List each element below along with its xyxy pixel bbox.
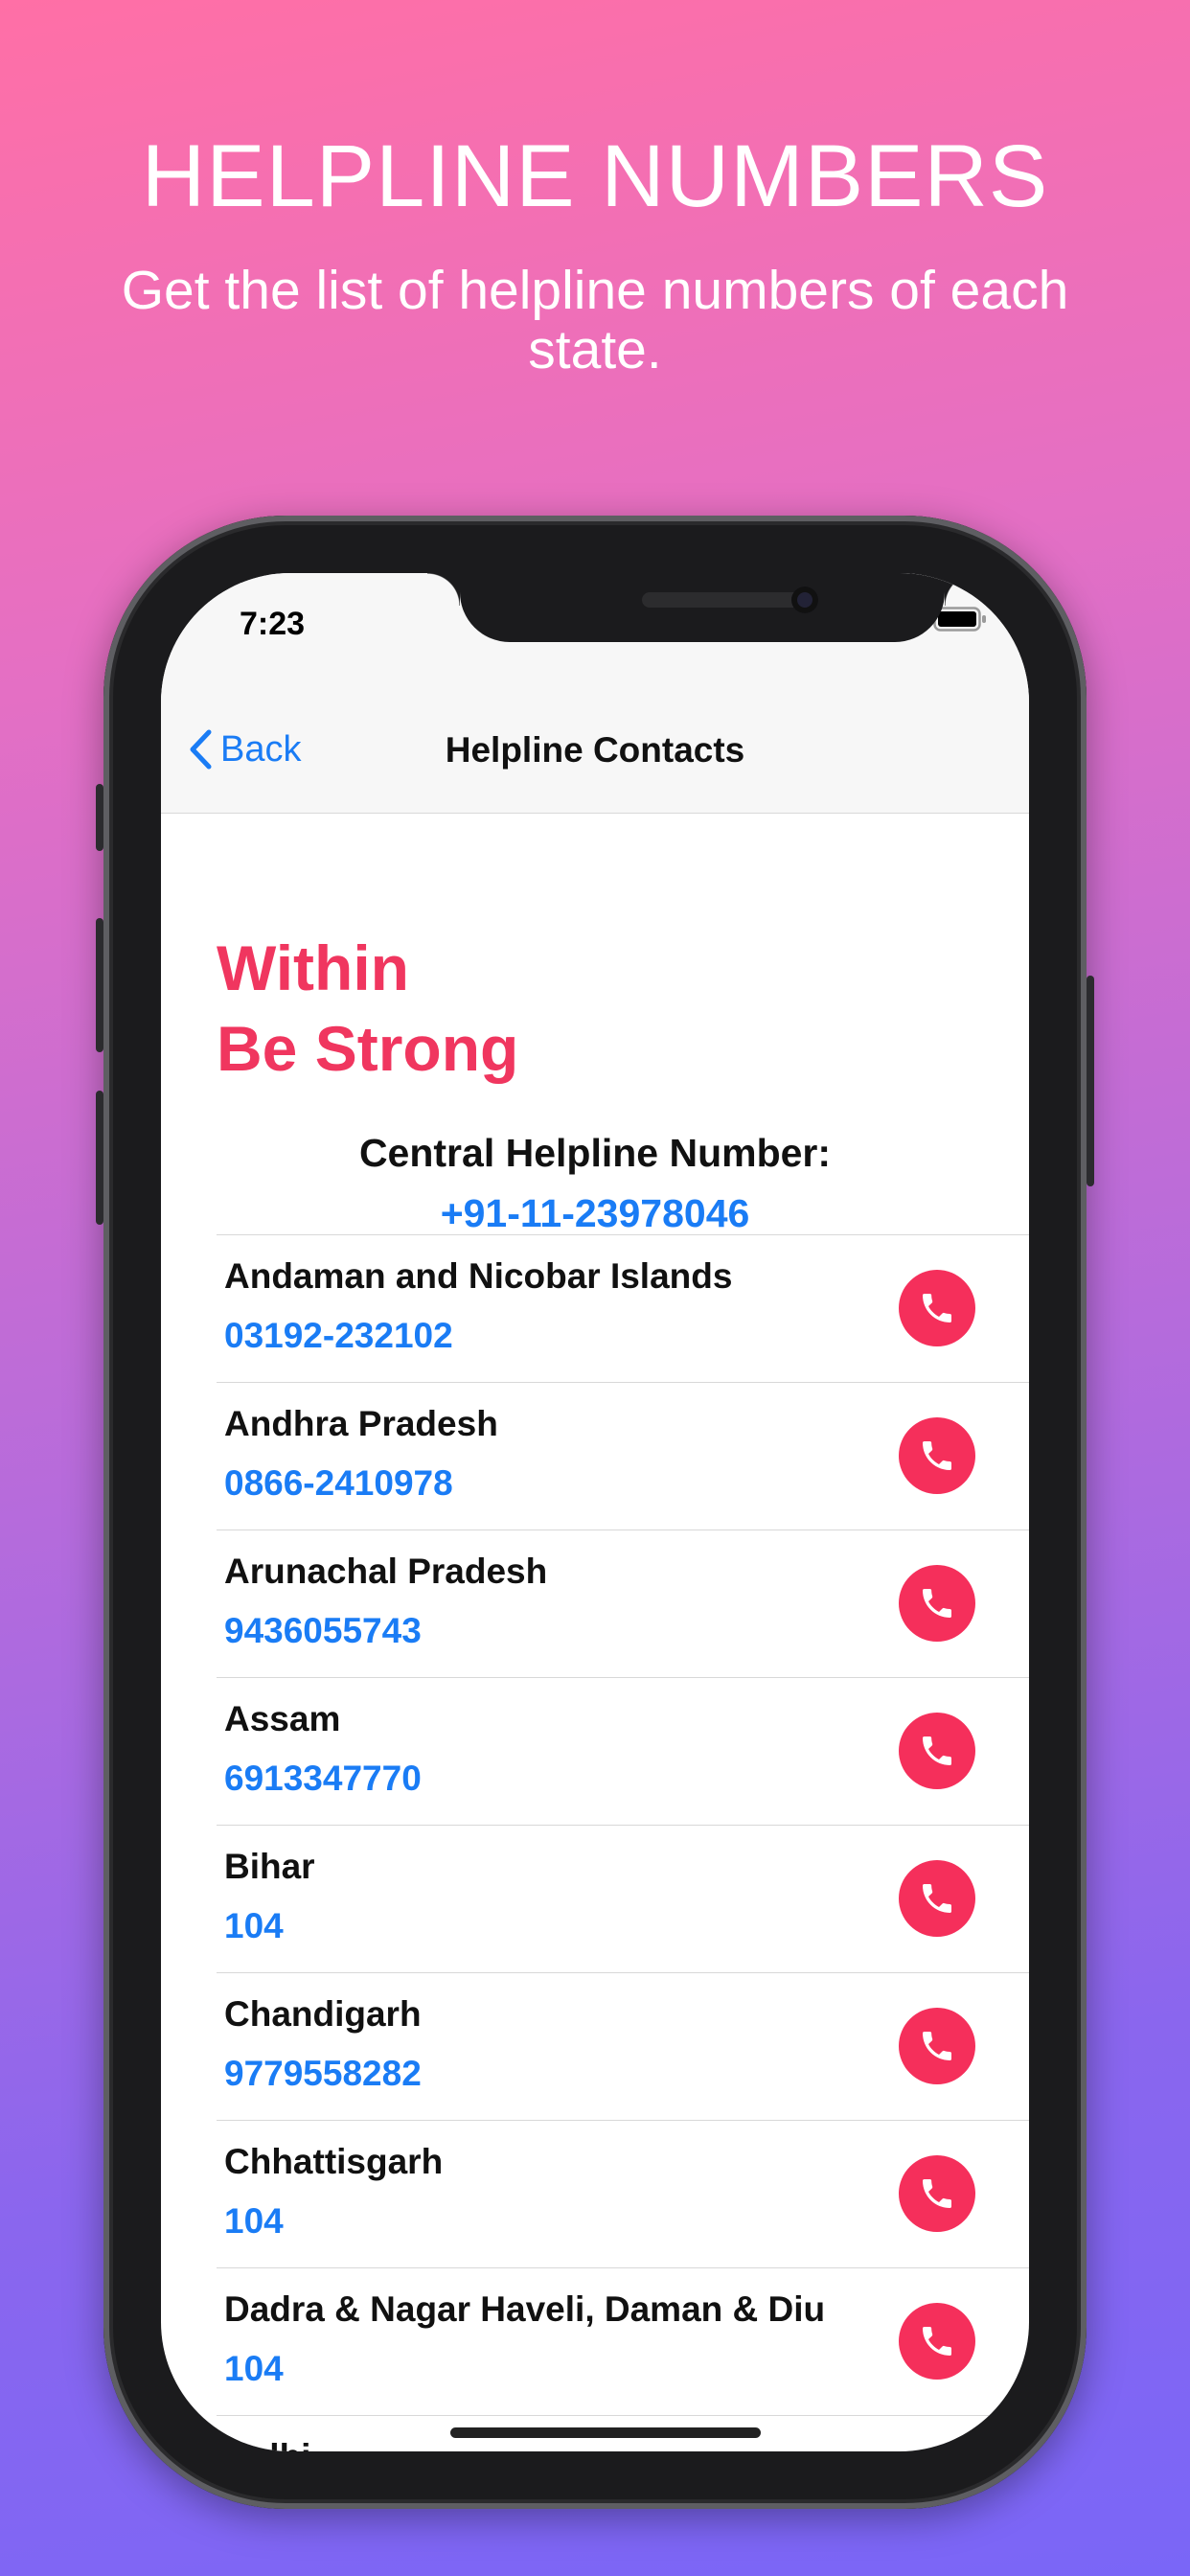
central-helpline-number[interactable]: +91-11-23978046 xyxy=(161,1191,1029,1236)
call-button[interactable] xyxy=(899,2450,975,2451)
contact-name: Andaman and Nicobar Islands xyxy=(224,1256,733,1296)
contact-item[interactable]: Chandigarh 9779558282 xyxy=(217,1972,1029,2120)
promo-subtitle: Get the list of helpline numbers of each… xyxy=(121,260,1069,380)
home-indicator[interactable] xyxy=(450,2427,761,2438)
phone-icon xyxy=(923,1589,951,1618)
call-button[interactable] xyxy=(899,2155,975,2232)
phone-icon xyxy=(923,2032,951,2060)
phone-icon xyxy=(923,1884,951,1913)
contact-name: Arunachal Pradesh xyxy=(224,1552,548,1591)
contact-item[interactable]: Arunachal Pradesh 9436055743 xyxy=(217,1530,1029,1677)
contact-number[interactable]: 104 xyxy=(224,2349,284,2389)
contact-name: Bihar xyxy=(224,1847,315,1886)
volume-down-button xyxy=(96,1091,103,1225)
phone-icon xyxy=(923,2327,951,2356)
contact-name: Dadra & Nagar Haveli, Daman & Diu xyxy=(224,2289,826,2329)
contact-name: Chandigarh xyxy=(224,1994,422,2034)
phone-icon xyxy=(923,1441,951,1470)
contact-name: Andhra Pradesh xyxy=(224,1404,498,1443)
speaker-grille xyxy=(642,592,809,608)
contact-number[interactable]: 0866-2410978 xyxy=(224,1463,453,1504)
phone-icon xyxy=(923,2179,951,2208)
call-button[interactable] xyxy=(899,1270,975,1346)
contact-name: Delhi xyxy=(224,2437,310,2451)
contact-number[interactable]: 9779558282 xyxy=(224,2054,422,2094)
contact-name: Chhattisgarh xyxy=(224,2142,444,2181)
phone-frame: 7:23 Back Helpline Contacts Within Be St… xyxy=(96,516,1094,2509)
nav-title: Helpline Contacts xyxy=(445,730,745,770)
contact-list: Andaman and Nicobar Islands 03192-232102… xyxy=(217,1234,1029,2451)
app-title-line2: Be Strong xyxy=(217,1013,519,1084)
contact-number[interactable]: 9436055743 xyxy=(224,1611,422,1651)
contact-item[interactable]: Andaman and Nicobar Islands 03192-232102 xyxy=(217,1234,1029,1382)
notch xyxy=(427,573,977,642)
front-camera xyxy=(791,586,818,613)
contact-item[interactable]: Chhattisgarh 104 xyxy=(217,2120,1029,2267)
call-button[interactable] xyxy=(899,2008,975,2084)
phone-icon xyxy=(923,1736,951,1765)
call-button[interactable] xyxy=(899,1417,975,1494)
contact-item[interactable]: Dadra & Nagar Haveli, Daman & Diu 104 xyxy=(217,2267,1029,2415)
call-button[interactable] xyxy=(899,1713,975,1789)
call-button[interactable] xyxy=(899,1565,975,1642)
contact-number[interactable]: 104 xyxy=(224,2201,284,2242)
app-title-line1: Within xyxy=(217,932,409,1003)
silent-switch xyxy=(96,784,103,851)
phone-icon xyxy=(923,1294,951,1322)
central-helpline-label: Central Helpline Number: xyxy=(358,1131,832,1175)
contact-number[interactable]: 104 xyxy=(224,1906,284,1946)
navigation-bar: Back Helpline Contacts xyxy=(161,678,1029,814)
promo-title: HELPLINE NUMBERS xyxy=(141,127,1049,225)
phone-screen: 7:23 Back Helpline Contacts Within Be St… xyxy=(161,573,1029,2451)
contact-item[interactable]: Bihar 104 xyxy=(217,1825,1029,1972)
volume-up-button xyxy=(96,918,103,1052)
status-time: 7:23 xyxy=(240,606,306,642)
contact-item[interactable]: Andhra Pradesh 0866-2410978 xyxy=(217,1382,1029,1530)
contact-number[interactable]: 6913347770 xyxy=(224,1759,422,1799)
call-button[interactable] xyxy=(899,2303,975,2380)
app-title: Within Be Strong xyxy=(217,928,518,1089)
contact-number[interactable]: 03192-232102 xyxy=(224,1316,453,1356)
contact-name: Assam xyxy=(224,1699,341,1738)
power-button xyxy=(1087,976,1094,1186)
call-button[interactable] xyxy=(899,1860,975,1937)
contact-item[interactable]: Assam 6913347770 xyxy=(217,1677,1029,1825)
